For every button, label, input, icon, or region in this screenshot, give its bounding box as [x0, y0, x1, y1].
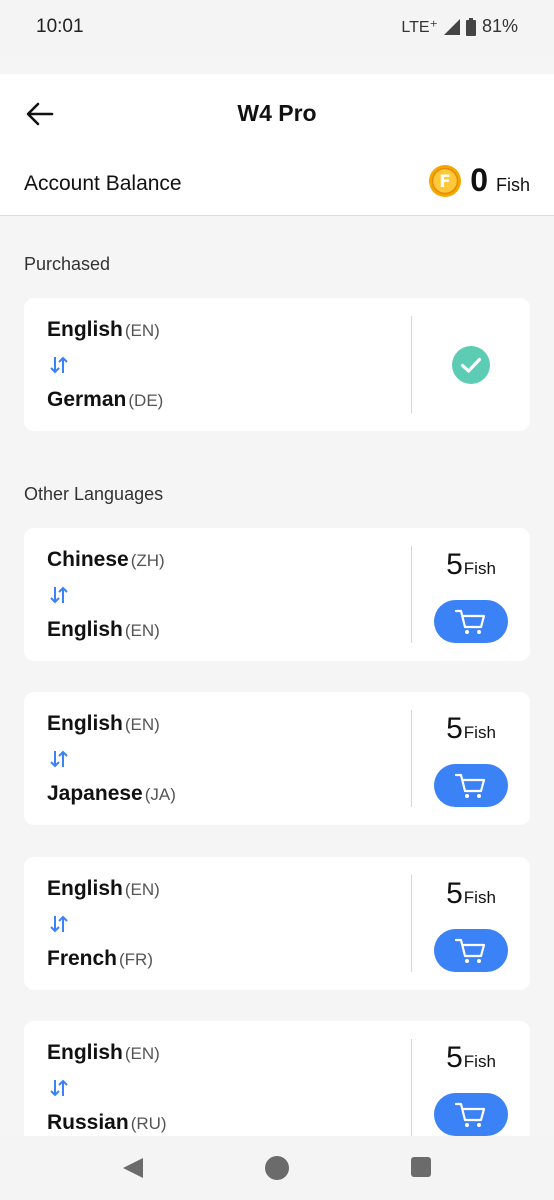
- language-card: English (EN) French (FR) 5Fish: [24, 857, 530, 990]
- price: 5Fish: [412, 548, 530, 582]
- from-language-name: English: [47, 877, 123, 900]
- price: 5Fish: [412, 712, 530, 746]
- to-language-name: English: [47, 618, 123, 641]
- from-language-code: (EN): [124, 715, 160, 734]
- price-amount: 5: [446, 712, 463, 745]
- to-language-code: (FR): [119, 950, 153, 969]
- from-language: English (EN): [47, 877, 160, 901]
- to-language-code: (DE): [128, 391, 164, 410]
- status-indicators: LTE⁺ 81%: [401, 16, 518, 37]
- price: 5Fish: [412, 1041, 530, 1075]
- to-language-name: Japanese: [47, 782, 143, 805]
- to-language-code: (RU): [130, 1114, 167, 1133]
- language-card: Chinese (ZH) English (EN) 5Fish: [24, 528, 530, 661]
- from-language-code: (ZH): [130, 551, 165, 570]
- language-card: English (EN) Japanese (JA) 5Fish: [24, 692, 530, 825]
- signal-icon: [443, 18, 460, 35]
- section-title-other: Other Languages: [24, 484, 164, 504]
- from-language: English (EN): [47, 318, 160, 342]
- price-unit: Fish: [463, 723, 496, 742]
- price-unit: Fish: [463, 1052, 496, 1071]
- from-language: Chinese (ZH): [47, 548, 165, 572]
- to-language-name: French: [47, 947, 118, 970]
- balance-amount: 0: [470, 162, 488, 198]
- to-language-code: (JA): [144, 785, 176, 804]
- from-language-name: English: [47, 712, 123, 735]
- price-amount: 5: [446, 548, 463, 581]
- purchased-card: English (EN) German (DE): [24, 298, 530, 431]
- status-bar: 10:01 LTE⁺ 81%: [0, 0, 554, 56]
- cart-icon: [455, 938, 486, 963]
- cart-icon: [455, 773, 486, 798]
- to-language-code: (EN): [124, 621, 160, 640]
- card-divider: [411, 316, 412, 413]
- page-title: W4 Pro: [237, 100, 317, 126]
- section-title-purchased: Purchased: [24, 254, 111, 274]
- swap-icon: [50, 750, 68, 768]
- price-amount: 5: [446, 877, 463, 910]
- balance-label: Account Balance: [24, 172, 182, 195]
- from-language-code: (EN): [124, 880, 160, 899]
- to-language: English (EN): [47, 618, 160, 642]
- from-language-name: Chinese: [47, 548, 129, 571]
- to-language: French (FR): [47, 947, 153, 971]
- price-unit: Fish: [463, 888, 496, 907]
- system-nav-bar: [0, 1136, 554, 1200]
- add-to-cart-button[interactable]: [434, 1093, 508, 1136]
- to-language: Russian (RU): [47, 1111, 167, 1135]
- from-language-code: (EN): [124, 321, 160, 340]
- from-language-name: English: [47, 1041, 123, 1064]
- battery-percent: 81%: [481, 16, 518, 36]
- coin-f-icon: F: [429, 164, 462, 197]
- balance-value: F 0 Fish: [428, 162, 530, 199]
- cart-icon: [455, 1102, 486, 1127]
- nav-back-icon[interactable]: [121, 1156, 143, 1180]
- add-to-cart-button[interactable]: [434, 764, 508, 807]
- balance-unit: Fish: [495, 175, 530, 195]
- from-language-name: English: [47, 318, 123, 341]
- to-language-name: German: [47, 388, 127, 411]
- header: W4 Pro Account Balance F 0 Fish: [0, 74, 554, 216]
- battery-icon: [465, 17, 476, 36]
- from-language: English (EN): [47, 712, 160, 736]
- to-language: Japanese (JA): [47, 782, 176, 806]
- cart-icon: [455, 609, 486, 634]
- price-amount: 5: [446, 1041, 463, 1074]
- swap-icon: [50, 586, 68, 604]
- network-type: LTE⁺: [401, 18, 438, 36]
- check-circle-icon: [452, 346, 490, 384]
- status-time: 10:01: [36, 16, 84, 37]
- to-language: German (DE): [47, 388, 163, 412]
- from-language-code: (EN): [124, 1044, 160, 1063]
- price-unit: Fish: [463, 559, 496, 578]
- nav-recents-icon[interactable]: [411, 1157, 431, 1177]
- swap-icon: [50, 356, 68, 374]
- add-to-cart-button[interactable]: [434, 929, 508, 972]
- language-card: English (EN) Russian (RU) 5Fish: [24, 1021, 530, 1154]
- swap-icon: [50, 1079, 68, 1097]
- from-language: English (EN): [47, 1041, 160, 1065]
- nav-home-icon[interactable]: [265, 1156, 289, 1180]
- price: 5Fish: [412, 877, 530, 911]
- swap-icon: [50, 915, 68, 933]
- to-language-name: Russian: [47, 1111, 129, 1134]
- coin-letter: F: [439, 172, 451, 192]
- add-to-cart-button[interactable]: [434, 600, 508, 643]
